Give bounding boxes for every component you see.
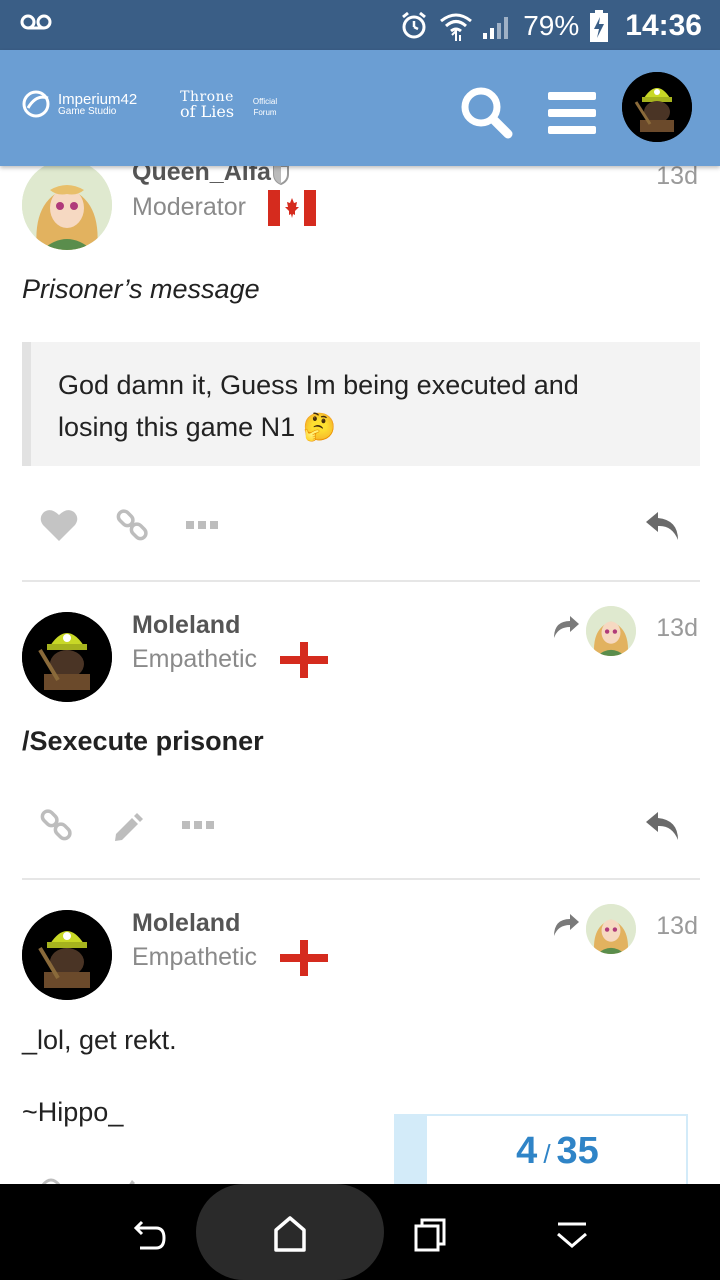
post-age[interactable]: 13d <box>656 162 698 191</box>
post-avatar[interactable] <box>22 612 112 702</box>
site-logo[interactable]: Imperium42 Game Studio Throne of Lies Of… <box>22 90 277 120</box>
site-header: Imperium42 Game Studio Throne of Lies Of… <box>0 50 720 166</box>
post-age[interactable]: 13d <box>656 614 698 643</box>
england-flag-icon <box>280 642 328 678</box>
moderator-shield-icon <box>273 165 289 186</box>
post-body: /Sexecute prisoner <box>22 726 264 756</box>
post-user-title: Empathetic <box>132 943 258 971</box>
post-user-title: Empathetic <box>132 645 258 673</box>
more-icon[interactable] <box>186 520 218 530</box>
post-divider <box>22 580 700 582</box>
voicemail-icon <box>20 14 52 30</box>
battery-charging-icon <box>590 10 609 42</box>
post-username[interactable]: Moleland <box>132 611 240 640</box>
post-avatar[interactable] <box>22 910 112 1000</box>
notifications-icon[interactable] <box>552 1214 592 1254</box>
post-body: Prisoner’s message <box>22 274 260 304</box>
hamburger-menu-icon[interactable] <box>548 90 596 136</box>
reply-icon[interactable] <box>644 810 682 842</box>
reply-to-avatar[interactable] <box>586 606 636 656</box>
android-nav-bar <box>0 1184 720 1280</box>
battery-percent: 79% <box>523 10 580 41</box>
mole-miner-avatar-icon <box>22 612 112 702</box>
link-icon[interactable] <box>116 508 150 542</box>
topic-progress[interactable]: 4/35 <box>394 1114 688 1194</box>
england-flag-icon <box>280 940 328 976</box>
mole-miner-avatar-icon <box>622 72 692 142</box>
official-forum-label: Official Forum <box>252 97 278 117</box>
post-divider <box>22 878 700 880</box>
throne-of-lies-logo: Throne of Lies <box>179 89 235 121</box>
reply-to-icon[interactable] <box>552 912 580 938</box>
clock: 14:36 <box>625 9 702 42</box>
post-user-title: Moderator <box>132 193 246 221</box>
more-icon[interactable] <box>182 820 214 830</box>
search-icon[interactable] <box>458 84 514 140</box>
reply-to-avatar[interactable] <box>586 904 636 954</box>
post-avatar[interactable] <box>22 160 112 250</box>
brand-sub: Game Studio <box>58 105 117 117</box>
signal-icon <box>483 17 509 39</box>
status-bar: 79% 14:36 <box>0 0 720 50</box>
elf-girl-avatar-icon <box>586 606 636 656</box>
back-icon[interactable] <box>130 1214 170 1254</box>
quote-line: God damn it, Guess Im being executed and <box>58 370 579 400</box>
imperium42-logo-icon <box>22 90 50 118</box>
blockquote: God damn it, Guess Im being executed and… <box>22 342 700 466</box>
screen: 79% 14:36 Imperium42 Game Studio Throne … <box>0 0 720 1280</box>
reply-icon[interactable] <box>644 510 682 542</box>
user-avatar[interactable] <box>622 72 692 142</box>
recents-icon[interactable] <box>410 1214 450 1254</box>
post-body-line: ~Hippo_ <box>22 1097 124 1127</box>
quote-line: losing this game N1 🤔 <box>58 412 337 442</box>
post-body-line: _lol, get rekt. <box>22 1025 177 1055</box>
wifi-icon <box>440 13 473 41</box>
progress-rail <box>396 1116 427 1194</box>
alarm-icon <box>402 11 427 39</box>
canada-flag-icon <box>268 190 316 226</box>
reply-to-icon[interactable] <box>552 614 580 640</box>
elf-girl-avatar-icon <box>22 160 112 250</box>
like-icon[interactable] <box>40 508 78 542</box>
post-age[interactable]: 13d <box>656 912 698 941</box>
link-icon[interactable] <box>40 808 74 842</box>
elf-girl-avatar-icon <box>586 904 636 954</box>
edit-icon[interactable] <box>112 810 144 842</box>
post-username[interactable]: Moleland <box>132 909 240 938</box>
home-icon[interactable] <box>270 1214 310 1254</box>
mole-miner-avatar-icon <box>22 910 112 1000</box>
brand-name: Imperium42 <box>58 90 138 108</box>
post-counter: 4/35 <box>516 1130 599 1172</box>
